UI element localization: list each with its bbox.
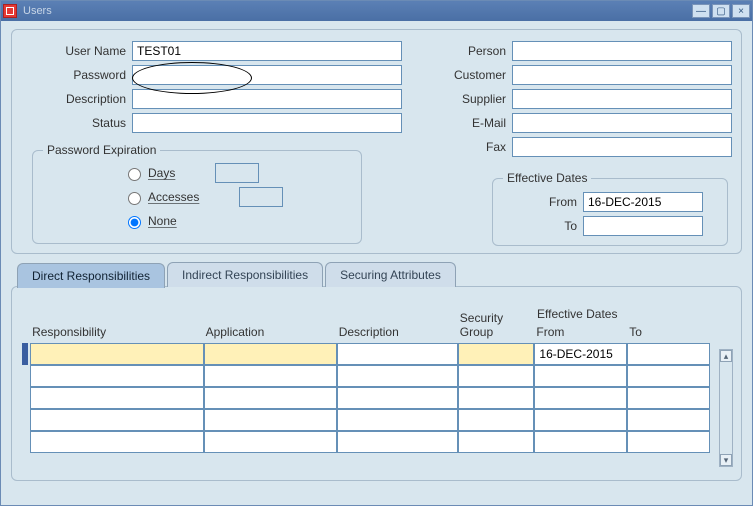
scroll-down-icon[interactable]: ▾ xyxy=(720,454,732,466)
cell-application[interactable] xyxy=(204,431,337,453)
user-name-label: User Name xyxy=(22,44,132,58)
table-row xyxy=(22,409,710,431)
cell-to[interactable] xyxy=(627,409,710,431)
cell-securityGroup[interactable] xyxy=(458,387,535,409)
fax-label: Fax xyxy=(412,140,512,154)
content-area: User Name Password Description Status xyxy=(1,21,752,505)
responsibilities-grid: Responsibility Application Description S… xyxy=(22,309,710,453)
col-description: Description xyxy=(337,309,458,343)
window-title: Users xyxy=(23,5,690,17)
cell-application[interactable] xyxy=(204,343,337,365)
table-row xyxy=(22,365,710,387)
pw-exp-days-label[interactable]: Days xyxy=(148,166,175,180)
pw-exp-none-label[interactable]: None xyxy=(148,214,177,228)
customer-input[interactable] xyxy=(512,65,732,85)
tabs-area: Direct Responsibilities Indirect Respons… xyxy=(11,262,742,481)
cell-to[interactable] xyxy=(627,431,710,453)
cell-responsibility[interactable] xyxy=(30,431,204,453)
cell-description[interactable] xyxy=(337,343,458,365)
right-fields: Person Customer Supplier E-Mail Fax xyxy=(412,40,732,160)
cell-to[interactable] xyxy=(627,387,710,409)
tab-direct-responsibilities[interactable]: Direct Responsibilities xyxy=(17,263,165,288)
cell-from[interactable] xyxy=(534,431,627,453)
pw-exp-accesses-input[interactable] xyxy=(239,187,283,207)
cell-description[interactable] xyxy=(337,387,458,409)
pw-exp-none-radio[interactable] xyxy=(128,216,141,229)
close-button[interactable]: × xyxy=(732,4,750,18)
description-input[interactable] xyxy=(132,89,402,109)
password-expiration-title: Password Expiration xyxy=(43,143,160,157)
cell-securityGroup[interactable] xyxy=(458,343,535,365)
user-name-input[interactable] xyxy=(132,41,402,61)
pw-exp-days-radio[interactable] xyxy=(128,168,141,181)
cell-from[interactable] xyxy=(534,409,627,431)
cell-securityGroup[interactable] xyxy=(458,365,535,387)
cell-to[interactable] xyxy=(627,343,710,365)
cell-responsibility[interactable] xyxy=(30,409,204,431)
maximize-button[interactable]: ▢ xyxy=(712,4,730,18)
tab-pane: Effective Dates xyxy=(11,286,742,481)
pw-exp-accesses-label[interactable]: Accesses xyxy=(148,190,199,204)
eff-to-input[interactable] xyxy=(583,216,703,236)
effective-dates-title: Effective Dates xyxy=(503,171,591,185)
tab-indirect-responsibilities[interactable]: Indirect Responsibilities xyxy=(167,262,323,287)
person-label: Person xyxy=(412,44,512,58)
cell-description[interactable] xyxy=(337,365,458,387)
customer-label: Customer xyxy=(412,68,512,82)
person-input[interactable] xyxy=(512,41,732,61)
table-row xyxy=(22,387,710,409)
tab-securing-attributes[interactable]: Securing Attributes xyxy=(325,262,456,287)
email-input[interactable] xyxy=(512,113,732,133)
eff-from-label: From xyxy=(503,195,583,209)
scroll-up-icon[interactable]: ▴ xyxy=(720,350,732,362)
grid-wrap: Effective Dates xyxy=(22,309,731,486)
user-details-panel: User Name Password Description Status xyxy=(11,29,742,254)
status-input[interactable] xyxy=(132,113,402,133)
cell-application[interactable] xyxy=(204,409,337,431)
col-responsibility: Responsibility xyxy=(30,309,204,343)
minimize-button[interactable]: — xyxy=(692,4,710,18)
email-label: E-Mail xyxy=(412,116,512,130)
description-label: Description xyxy=(22,92,132,106)
cell-from[interactable] xyxy=(534,343,627,365)
eff-to-label: To xyxy=(503,219,583,233)
row-selector[interactable] xyxy=(22,343,28,365)
cell-from[interactable] xyxy=(534,387,627,409)
cell-securityGroup[interactable] xyxy=(458,431,535,453)
cell-application[interactable] xyxy=(204,387,337,409)
users-window: Users — ▢ × User Name Password Descripti… xyxy=(0,0,753,506)
col-application: Application xyxy=(204,309,337,343)
table-row xyxy=(22,431,710,453)
col-security-group: Security Group xyxy=(458,309,535,343)
password-expiration-group: Password Expiration Days Accesses None xyxy=(32,150,362,244)
titlebar: Users — ▢ × xyxy=(1,1,752,21)
app-logo-icon xyxy=(3,4,17,18)
password-input[interactable] xyxy=(132,65,402,85)
supplier-label: Supplier xyxy=(412,92,512,106)
grid-eff-dates-header: Effective Dates xyxy=(537,307,617,321)
cell-description[interactable] xyxy=(337,409,458,431)
cell-description[interactable] xyxy=(337,431,458,453)
col-to: To xyxy=(627,309,710,343)
status-label: Status xyxy=(22,116,132,130)
tabstrip: Direct Responsibilities Indirect Respons… xyxy=(17,262,742,287)
effective-dates-group: Effective Dates From To xyxy=(492,178,728,246)
cell-responsibility[interactable] xyxy=(30,387,204,409)
supplier-input[interactable] xyxy=(512,89,732,109)
cell-securityGroup[interactable] xyxy=(458,409,535,431)
cell-responsibility[interactable] xyxy=(30,365,204,387)
cell-application[interactable] xyxy=(204,365,337,387)
cell-to[interactable] xyxy=(627,365,710,387)
fax-input[interactable] xyxy=(512,137,732,157)
password-label: Password xyxy=(22,68,132,82)
pw-exp-accesses-radio[interactable] xyxy=(128,192,141,205)
cell-responsibility[interactable] xyxy=(30,343,204,365)
pw-exp-days-input[interactable] xyxy=(215,163,259,183)
table-row xyxy=(22,343,710,365)
eff-from-input[interactable] xyxy=(583,192,703,212)
left-fields: User Name Password Description Status xyxy=(22,40,402,136)
cell-from[interactable] xyxy=(534,365,627,387)
grid-scrollbar[interactable]: ▴ ▾ xyxy=(719,349,733,467)
